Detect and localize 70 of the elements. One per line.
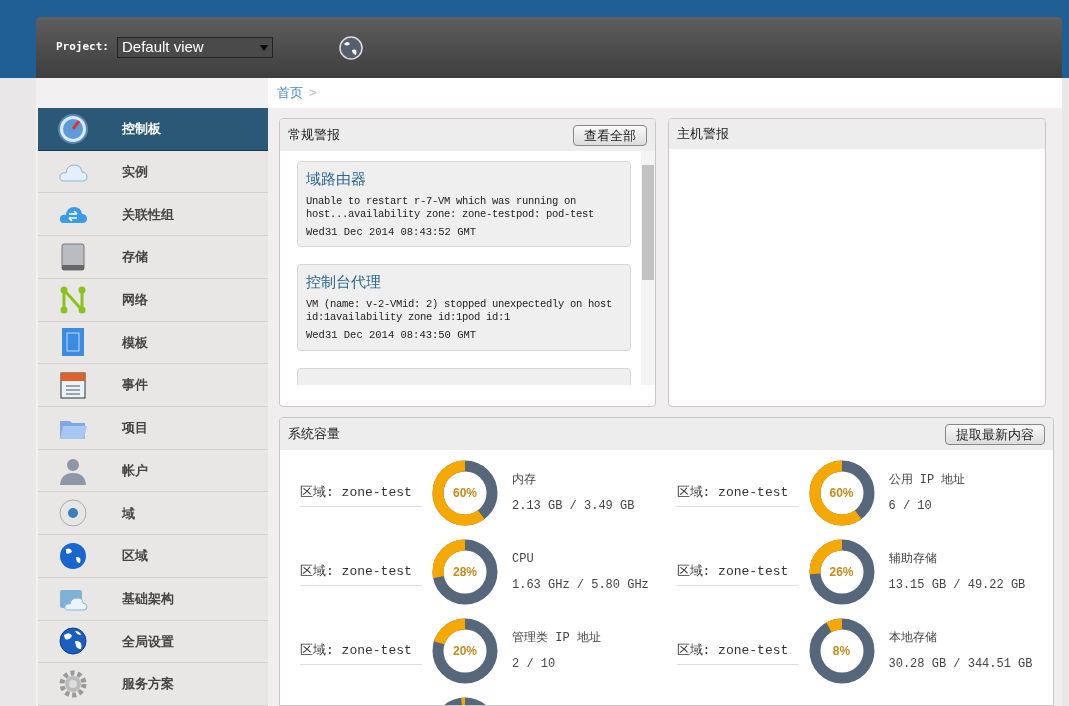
- sidebar-item[interactable]: 关联性组: [38, 193, 268, 237]
- resource-name: 辅助存储: [888, 551, 938, 568]
- usage-value: 2 / 10: [512, 656, 557, 673]
- percent-label: 26%: [829, 564, 854, 581]
- percent-label: 28%: [453, 564, 477, 581]
- sidebar-item[interactable]: 网络: [38, 278, 268, 322]
- usage-donut: [808, 460, 875, 526]
- sidebar-item[interactable]: 域: [38, 492, 268, 536]
- usage-value: 2.13 GB / 3.49 GB: [512, 498, 635, 515]
- usage-value: 6 / 10: [888, 498, 933, 515]
- caret-icon: [260, 44, 268, 51]
- sidebar-item[interactable]: 模板: [38, 321, 268, 365]
- zone-label: 区域: zone-test: [300, 643, 412, 658]
- resource-name: CPU: [512, 551, 535, 568]
- network-icon: [58, 284, 88, 315]
- resource-name: 内存: [512, 472, 537, 489]
- percent-label: 60%: [453, 485, 477, 502]
- alert-title: 控制台代理: [306, 272, 382, 293]
- percent-label: 20%: [453, 643, 477, 660]
- globe-icon[interactable]: [339, 35, 363, 60]
- zone-label: 区域: zone-test: [300, 485, 412, 500]
- refresh-button[interactable]: 提取最新内容: [945, 423, 1045, 445]
- hard-drive-icon: [58, 242, 88, 272]
- usage-value: 30.28 GB / 344.51 GB: [888, 656, 1033, 673]
- usage-donut: [432, 618, 498, 684]
- percent-label: 60%: [829, 485, 854, 502]
- sidebar-item[interactable]: 事件: [38, 364, 268, 408]
- panel-title: 主机警报: [677, 125, 729, 144]
- usage-donut: [432, 539, 498, 605]
- scrollbar[interactable]: [641, 151, 655, 385]
- gauge-icon: [58, 113, 88, 144]
- percent-label: 8%: [832, 643, 851, 660]
- sidebar-item[interactable]: 存储: [38, 236, 268, 279]
- usage-value: 13.15 GB / 49.22 GB: [888, 577, 1026, 594]
- sidebar-item[interactable]: 实例: [38, 150, 268, 194]
- resource-name: 本地存储: [888, 630, 938, 647]
- resource-name: 管理类 IP 地址: [512, 630, 601, 647]
- view-all-button[interactable]: 查看全部: [573, 124, 647, 146]
- gear-icon: [58, 669, 88, 700]
- project-label: Project:: [56, 39, 109, 56]
- alert-time: Wed31 Dec 2014 08:43:52 GMT: [306, 224, 478, 240]
- project-select[interactable]: Default view: [117, 37, 273, 58]
- usage-donut: [432, 460, 498, 526]
- disc-icon: [58, 498, 88, 529]
- sidebar-item[interactable]: 全局设置: [38, 620, 268, 664]
- usage-donut: [808, 539, 875, 605]
- panel-title: 系统容量: [288, 425, 340, 444]
- sidebar-item[interactable]: 帐户: [38, 449, 268, 493]
- breadcrumb-link[interactable]: 首页: [277, 83, 303, 103]
- usage-donut: [808, 618, 875, 684]
- sidebar-item[interactable]: 控制板: [38, 108, 268, 151]
- sidebar-item[interactable]: 区域: [38, 535, 268, 578]
- usage-value: 1.63 GHz / 5.80 GHz: [512, 577, 649, 594]
- zone-label: 区域: zone-test: [676, 485, 789, 500]
- alert-message: VM (name: v-2-VMid: 2) stopped unexpectedly on host id:1availability zone id:1pod id:1: [306, 297, 614, 324]
- breadcrumb-separator: >: [309, 84, 317, 103]
- calendar-icon: [58, 370, 88, 401]
- sidebar-item[interactable]: 基础架构: [38, 577, 268, 621]
- alert-time: Wed31 Dec 2014 08:43:50 GMT: [306, 327, 478, 343]
- zone-label: 区域: zone-test: [676, 564, 789, 579]
- sidebar-item[interactable]: 服务方案: [38, 663, 268, 706]
- alert-title: 域路由器: [306, 169, 367, 189]
- globe-icon: [58, 541, 88, 572]
- resource-name: 公用 IP 地址: [888, 472, 966, 489]
- zone-label: 区域: zone-test: [676, 643, 789, 658]
- panel-title: 常规警报: [288, 126, 340, 145]
- zone-label: 区域: zone-test: [300, 564, 412, 579]
- alert-message: Unable to restart r-7-VM which was running on host...availability zone: zone-testpod: pod-test: [306, 194, 596, 221]
- globe-icon: [58, 626, 88, 657]
- sidebar-item[interactable]: 项目: [38, 407, 268, 450]
